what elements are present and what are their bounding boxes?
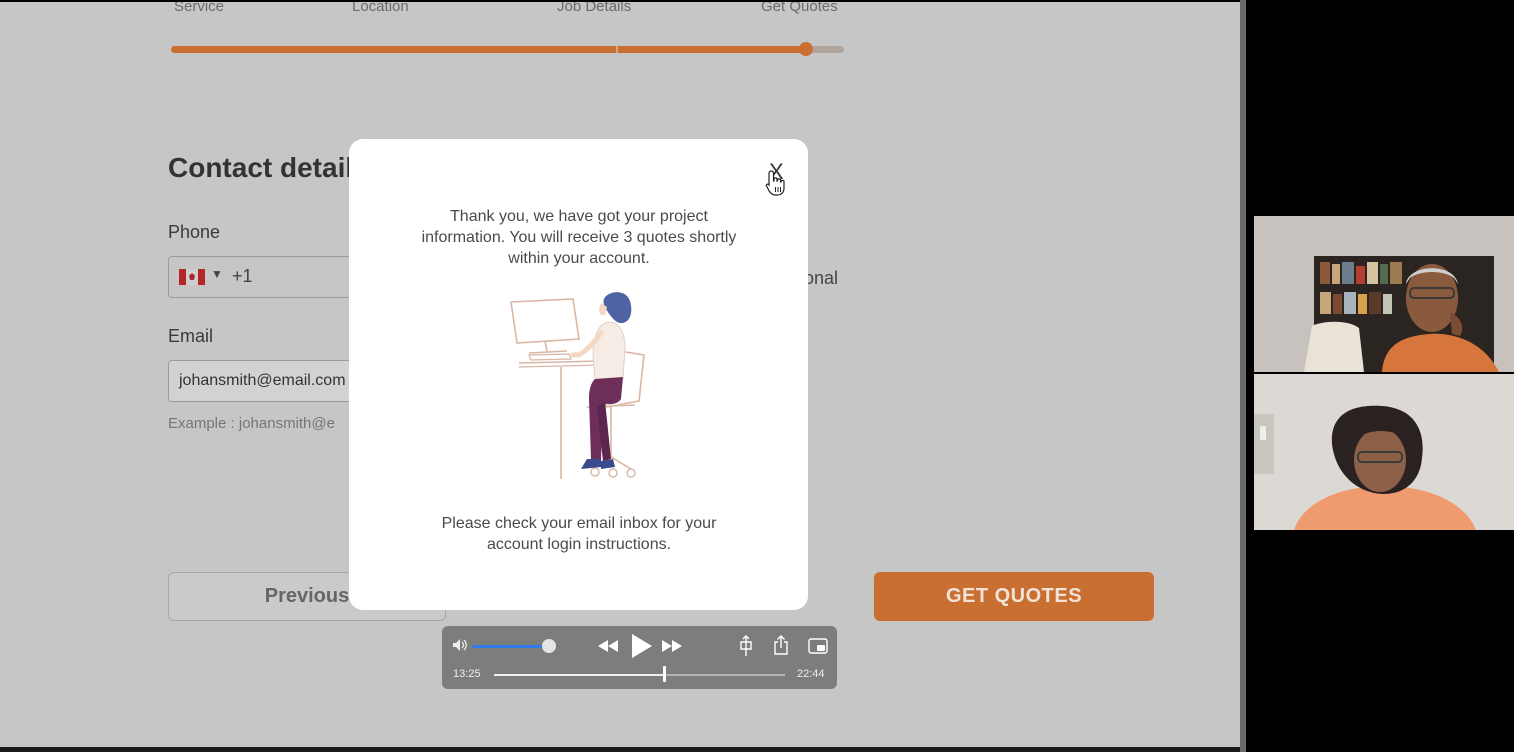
modal-message: Thank you, we have got your project info…	[421, 208, 737, 267]
modal-note: Please check your email inbox for your a…	[441, 515, 717, 553]
video-player-controls: 13:25 22:44	[442, 626, 837, 689]
rewind-icon[interactable]	[596, 638, 620, 654]
progress-knob	[799, 42, 813, 56]
canada-flag-icon[interactable]	[179, 269, 205, 285]
email-label: Email	[168, 326, 214, 346]
participant-video-1[interactable]	[1254, 216, 1514, 372]
participant-video-2[interactable]	[1254, 374, 1514, 530]
scrubber-knob[interactable]	[663, 666, 666, 682]
woman-at-computer-illustration	[510, 292, 645, 479]
contact-details-title: Contact detail	[168, 152, 354, 183]
step-job-details[interactable]: Job Details	[557, 2, 631, 15]
fast-forward-icon[interactable]	[660, 638, 684, 654]
participant-woman-image	[1254, 374, 1514, 530]
total-time: 22:44	[797, 668, 825, 680]
airplay-icon[interactable]	[738, 635, 754, 657]
email-value: johansmith@email.com	[179, 372, 346, 389]
panel-divider	[1240, 0, 1246, 752]
email-example-hint: Example : johansmith@e	[168, 415, 335, 432]
phone-label: Phone	[168, 222, 221, 242]
progress-fill	[171, 46, 804, 53]
volume-icon[interactable]	[452, 638, 468, 652]
volume-knob[interactable]	[542, 639, 556, 653]
picture-in-picture-icon[interactable]	[808, 638, 828, 654]
participant-man-image	[1254, 216, 1514, 372]
share-icon[interactable]	[773, 635, 789, 655]
step-get-quotes[interactable]: Get Quotes	[761, 2, 838, 15]
confirmation-modal: X Thank you, we have got your project in…	[349, 139, 808, 610]
scrubber-fill	[494, 674, 666, 676]
hand-cursor-icon	[765, 170, 785, 196]
step-service[interactable]: Service	[174, 2, 224, 15]
get-quotes-button[interactable]: GET QUOTES	[874, 572, 1154, 621]
phone-country-code: +1	[232, 266, 253, 286]
chevron-down-icon[interactable]: ▼	[211, 267, 223, 281]
scrubber-track[interactable]	[494, 674, 785, 676]
volume-fill	[472, 645, 544, 648]
progress-separator	[616, 46, 618, 53]
step-location[interactable]: Location	[352, 2, 409, 15]
progress-bar	[171, 42, 844, 56]
shared-screen-app: Service Location Job Details Get Quotes …	[0, 2, 1240, 747]
current-time: 13:25	[453, 668, 481, 680]
bottom-bar	[0, 747, 1240, 752]
play-icon[interactable]	[629, 633, 653, 659]
screen: Service Location Job Details Get Quotes …	[0, 0, 1514, 752]
volume-slider[interactable]	[472, 645, 552, 648]
